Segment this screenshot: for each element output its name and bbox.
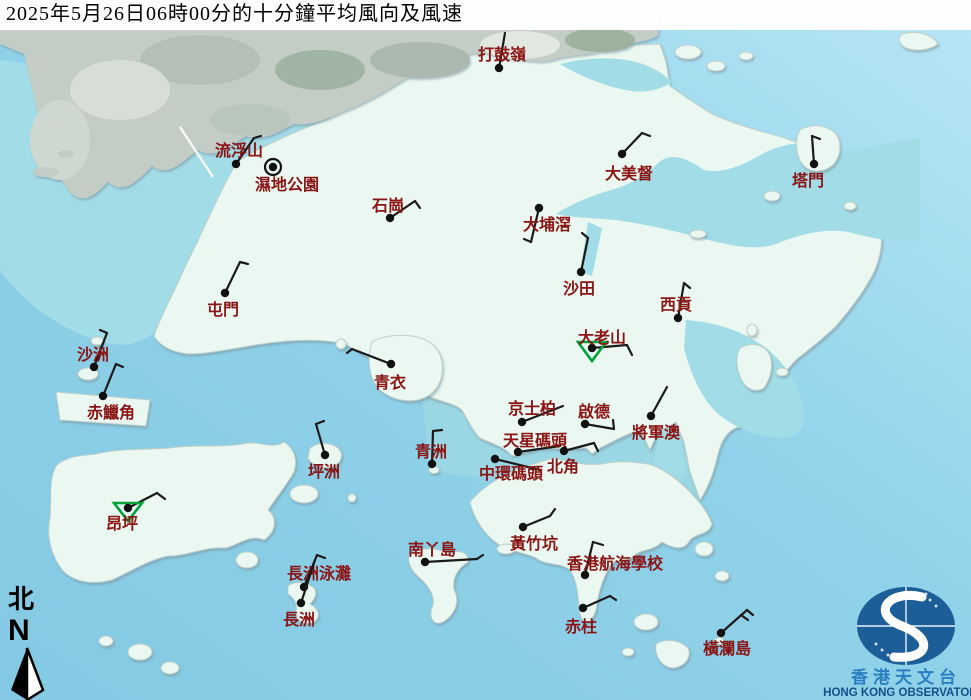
kau-yi-chau-island bbox=[348, 494, 356, 502]
station-dot bbox=[232, 160, 240, 168]
station-dot bbox=[647, 412, 655, 420]
tung-lung-island-2 bbox=[715, 571, 729, 581]
station-label: 長洲泳灘 bbox=[287, 564, 351, 583]
map-title: 2025年5月26日06時00分的十分鐘平均風向及風速 bbox=[0, 0, 971, 30]
station-dot bbox=[518, 418, 526, 426]
hei-ling-chau-island bbox=[290, 485, 318, 503]
station-label: 赤鱲角 bbox=[87, 403, 135, 422]
ma-wan-island bbox=[336, 339, 346, 349]
station-dot bbox=[124, 504, 132, 512]
station-label: 流浮山 bbox=[215, 141, 263, 160]
wind-barb bbox=[433, 430, 442, 431]
station-label: 北角 bbox=[547, 457, 579, 476]
station-dot bbox=[581, 420, 589, 428]
wind-map: 打鼓嶺流浮山濕地公園石崗大埔滘 大美督 塔門沙田西貢 屯門沙洲赤鱲角 青衣 大老山京士柏 啟… bbox=[0, 0, 971, 700]
station-dot bbox=[99, 392, 107, 400]
station-label: 打鼓嶺 bbox=[478, 45, 526, 64]
port-shelter-islet-1 bbox=[776, 368, 788, 376]
station-label: 大埔滘 bbox=[523, 215, 571, 234]
station-dot bbox=[321, 451, 329, 459]
station-label: 黃竹坑 bbox=[509, 534, 558, 553]
station-label: 屯門 bbox=[207, 300, 239, 319]
station-dot bbox=[495, 64, 503, 72]
station-label: 大老山 bbox=[578, 328, 626, 347]
wind-barb bbox=[613, 420, 614, 429]
station-label: 長洲 bbox=[283, 611, 315, 629]
station-dot bbox=[577, 268, 585, 276]
po-toi-island-1 bbox=[634, 614, 658, 630]
station-label: 塔門 bbox=[792, 171, 824, 190]
station-dot bbox=[579, 604, 587, 612]
northeast-island-2 bbox=[707, 61, 725, 71]
station-label: 香港航海學校 bbox=[566, 554, 664, 573]
station-label: 西貢 bbox=[660, 296, 692, 314]
station-dot bbox=[387, 360, 395, 368]
station-label: 昂坪 bbox=[106, 515, 138, 533]
station-label: 沙田 bbox=[563, 280, 595, 298]
soko-island-3 bbox=[99, 636, 113, 646]
station-dot bbox=[717, 629, 725, 637]
station-label: 京士柏 bbox=[508, 399, 556, 418]
north-label-chinese: 北 bbox=[8, 585, 34, 614]
station-label: 中環碼頭 bbox=[479, 464, 544, 483]
soko-island-2 bbox=[161, 662, 179, 674]
station-dot bbox=[618, 150, 626, 158]
station-label: 赤柱 bbox=[565, 617, 597, 636]
station-label: 坪洲 bbox=[308, 463, 340, 481]
station-label: 南丫島 bbox=[408, 540, 456, 559]
grass-island-neighbour-2 bbox=[844, 202, 856, 210]
station-label: 將軍澳 bbox=[632, 423, 681, 442]
northeast-island-3 bbox=[739, 52, 753, 60]
station-label: 青衣 bbox=[374, 373, 406, 392]
hko-logo-english: HONG KONG OBSERVATORY bbox=[823, 687, 971, 699]
station-dot bbox=[421, 558, 429, 566]
lung-kwu-chau-island bbox=[91, 337, 103, 345]
northeast-island-1 bbox=[675, 45, 701, 59]
station-dot bbox=[810, 160, 818, 168]
station-label: 濕地公園 bbox=[255, 175, 319, 194]
station-label: 石崗 bbox=[371, 196, 404, 215]
station-label: 天星碼頭 bbox=[503, 432, 568, 450]
station-label: 橫瀾島 bbox=[703, 639, 751, 658]
station-label: 青洲 bbox=[415, 442, 447, 461]
station-dot bbox=[269, 163, 277, 171]
tolo-islet bbox=[690, 230, 706, 238]
station-dot bbox=[221, 289, 229, 297]
station-dot bbox=[90, 363, 98, 371]
tap-mun-island bbox=[797, 126, 840, 171]
station-dot bbox=[297, 599, 305, 607]
station-dot bbox=[560, 447, 568, 455]
po-toi-island-3 bbox=[622, 648, 634, 656]
station-dot bbox=[491, 455, 499, 463]
station-dot bbox=[386, 214, 394, 222]
soko-island-1 bbox=[128, 644, 152, 660]
wind-map-page: 打鼓嶺流浮山濕地公園石崗大埔滘 大美督 塔門沙田西貢 屯門沙洲赤鱲角 青衣 大老山京士柏 啟… bbox=[0, 0, 971, 700]
hko-logo-chinese: 香港天文台 bbox=[851, 667, 961, 687]
station-label: 啟德 bbox=[578, 402, 610, 421]
shek-kwu-chau-island bbox=[236, 552, 258, 568]
port-shelter-islet-2 bbox=[747, 324, 757, 336]
station-label: 沙洲 bbox=[77, 346, 109, 364]
station-dot bbox=[674, 314, 682, 322]
station-dot bbox=[428, 460, 436, 468]
station-dot bbox=[519, 523, 527, 531]
north-label-letter: N bbox=[8, 614, 30, 647]
station-label: 大美督 bbox=[605, 164, 653, 183]
tung-lung-island-1 bbox=[695, 542, 713, 556]
station-dot bbox=[535, 204, 543, 212]
grass-island-neighbour-1 bbox=[764, 191, 780, 201]
